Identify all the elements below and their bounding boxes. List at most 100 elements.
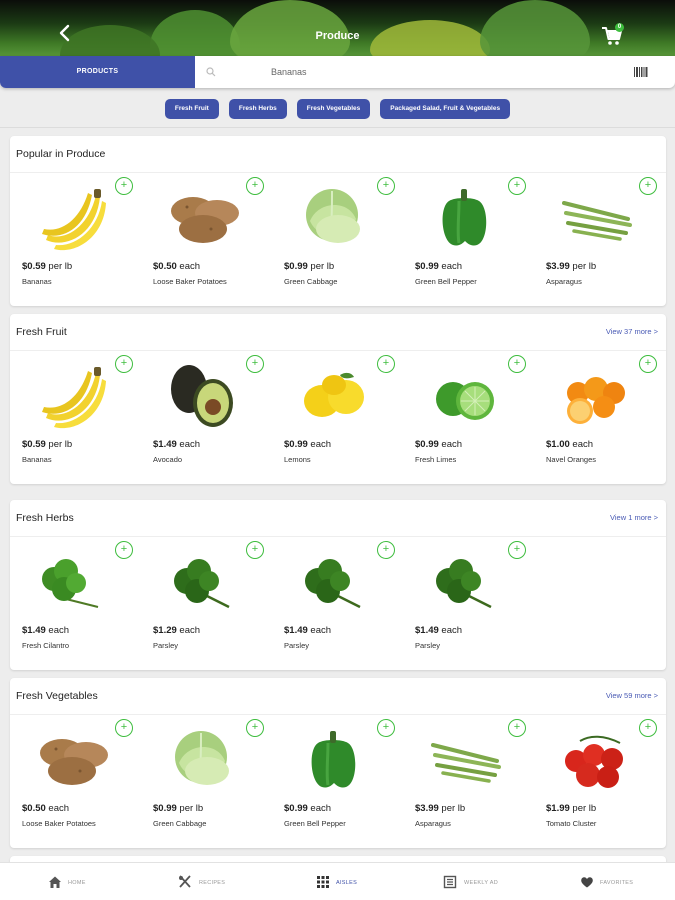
product-price: $0.99 each bbox=[415, 261, 462, 272]
price-value: $0.99 bbox=[284, 439, 308, 450]
price-unit: each bbox=[310, 625, 332, 636]
add-to-cart-button[interactable]: + bbox=[639, 719, 657, 737]
price-value: $0.99 bbox=[153, 803, 177, 814]
add-to-cart-button[interactable]: + bbox=[115, 177, 133, 195]
price-value: $0.99 bbox=[415, 261, 439, 272]
product-price: $3.99 per lb bbox=[546, 261, 596, 272]
product-card[interactable]: + $0.59 per lb Bananas bbox=[10, 173, 141, 303]
product-card[interactable]: + $3.99 per lb Asparagus bbox=[534, 173, 665, 303]
newspaper-icon bbox=[443, 875, 457, 889]
product-card[interactable]: + $0.50 each Loose Baker Potatoes bbox=[141, 173, 272, 303]
price-unit: each bbox=[441, 261, 463, 272]
price-unit: each bbox=[179, 439, 201, 450]
divider bbox=[0, 127, 675, 128]
price-value: $1.49 bbox=[284, 625, 308, 636]
add-to-cart-button[interactable]: + bbox=[508, 355, 526, 373]
add-to-cart-button[interactable]: + bbox=[377, 719, 395, 737]
product-card[interactable]: + $1.49 each Fresh Cilantro bbox=[10, 537, 141, 667]
home-icon bbox=[49, 876, 61, 888]
product-card[interactable]: + $0.99 each Green Bell Pepper bbox=[403, 173, 534, 303]
add-to-cart-button[interactable]: + bbox=[246, 719, 264, 737]
chip-fresh-herbs[interactable]: Fresh Herbs bbox=[228, 99, 287, 119]
barcode-scan-icon[interactable] bbox=[634, 67, 648, 77]
product-section: Fresh Vegetables View 59 more > + $0.50 eac… bbox=[10, 678, 666, 848]
product-card[interactable]: + $0.99 each Lemons bbox=[272, 351, 403, 481]
add-to-cart-button[interactable]: + bbox=[508, 541, 526, 559]
add-to-cart-button[interactable]: + bbox=[115, 541, 133, 559]
product-name: Green Cabbage bbox=[284, 277, 338, 286]
product-card[interactable]: + $0.99 each Fresh Limes bbox=[403, 351, 534, 481]
product-price: $1.99 per lb bbox=[546, 803, 596, 814]
price-unit: each bbox=[179, 261, 201, 272]
product-section: Popular in Produce + $0.59 per lb Bananas + $… bbox=[10, 136, 666, 306]
price-unit: each bbox=[48, 803, 70, 814]
nav-aisles-label: AISLES bbox=[336, 880, 358, 886]
product-price: $1.49 each bbox=[284, 625, 331, 636]
add-to-cart-button[interactable]: + bbox=[639, 355, 657, 373]
product-card[interactable]: + $0.99 each Green Bell Pepper bbox=[272, 715, 403, 845]
view-more-link[interactable]: View 1 more > bbox=[610, 513, 658, 522]
price-unit: each bbox=[48, 625, 70, 636]
product-card[interactable]: + $0.59 per lb Bananas bbox=[10, 351, 141, 481]
add-to-cart-button[interactable]: + bbox=[377, 355, 395, 373]
product-name: Parsley bbox=[415, 641, 441, 650]
chip-packaged-salad[interactable]: Packaged Salad, Fruit & Vegetables bbox=[380, 99, 511, 119]
asparagus-icon bbox=[562, 201, 632, 241]
product-card[interactable]: + $1.99 per lb Tomato Cluster bbox=[534, 715, 665, 845]
price-unit: each bbox=[179, 625, 201, 636]
pepper-icon bbox=[442, 189, 487, 246]
chip-fresh-fruit[interactable]: Fresh Fruit bbox=[164, 99, 219, 119]
add-to-cart-button[interactable]: + bbox=[115, 719, 133, 737]
product-card[interactable]: + $1.49 each Avocado bbox=[141, 351, 272, 481]
search-icon bbox=[206, 67, 216, 77]
product-name: Fresh Limes bbox=[415, 455, 457, 464]
product-card[interactable]: + $1.49 each Parsley bbox=[403, 537, 534, 667]
nav-aisles[interactable]: AISLES bbox=[308, 863, 388, 900]
chip-fresh-vegetables[interactable]: Fresh Vegetables bbox=[296, 99, 371, 119]
product-card[interactable]: + $1.00 each Navel Oranges bbox=[534, 351, 665, 481]
product-name: Loose Baker Potatoes bbox=[22, 819, 96, 828]
add-to-cart-button[interactable]: + bbox=[246, 177, 264, 195]
utensils-icon bbox=[179, 875, 191, 888]
nav-home[interactable]: HOME bbox=[40, 863, 120, 900]
products-tab-button[interactable]: PRODUCTS bbox=[0, 56, 195, 88]
orange-icon bbox=[567, 377, 625, 424]
nav-weekly-ad[interactable]: WEEKLY AD bbox=[435, 863, 525, 900]
nav-recipes[interactable]: RECIPES bbox=[170, 863, 260, 900]
product-name: Bananas bbox=[22, 277, 52, 286]
price-value: $1.29 bbox=[153, 625, 177, 636]
product-card[interactable]: + $3.99 per lb Asparagus bbox=[403, 715, 534, 845]
view-more-link[interactable]: View 59 more > bbox=[606, 691, 658, 700]
product-card[interactable]: + $1.29 each Parsley bbox=[141, 537, 272, 667]
add-to-cart-button[interactable]: + bbox=[377, 177, 395, 195]
product-name: Avocado bbox=[153, 455, 183, 464]
price-value: $0.59 bbox=[22, 439, 46, 450]
product-card[interactable]: + $0.99 per lb Green Cabbage bbox=[272, 173, 403, 303]
product-card[interactable]: + $0.99 per lb Green Cabbage bbox=[141, 715, 272, 845]
add-to-cart-button[interactable]: + bbox=[115, 355, 133, 373]
search-input[interactable] bbox=[226, 62, 616, 82]
product-card[interactable]: + $1.49 each Parsley bbox=[272, 537, 403, 667]
add-to-cart-button[interactable]: + bbox=[246, 541, 264, 559]
price-value: $0.99 bbox=[284, 261, 308, 272]
price-unit: each bbox=[310, 439, 332, 450]
category-chips: Fresh Fruit Fresh Herbs Fresh Vegetables… bbox=[0, 99, 675, 119]
search-bar: PRODUCTS bbox=[0, 56, 675, 88]
product-name: Asparagus bbox=[415, 819, 451, 828]
parsley-icon bbox=[305, 559, 361, 609]
product-name: Green Bell Pepper bbox=[284, 819, 346, 828]
add-to-cart-button[interactable]: + bbox=[639, 177, 657, 195]
product-price: $0.99 per lb bbox=[153, 803, 203, 814]
nav-favorites[interactable]: FAVORITES bbox=[572, 863, 662, 900]
product-card[interactable]: + $0.50 each Loose Baker Potatoes bbox=[10, 715, 141, 845]
add-to-cart-button[interactable]: + bbox=[508, 719, 526, 737]
add-to-cart-button[interactable]: + bbox=[246, 355, 264, 373]
product-price: $1.49 each bbox=[22, 625, 69, 636]
product-name: Green Bell Pepper bbox=[415, 277, 477, 286]
price-value: $0.50 bbox=[153, 261, 177, 272]
add-to-cart-button[interactable]: + bbox=[508, 177, 526, 195]
product-row: + $1.49 each Fresh Cilantro + $1.29 each Pars… bbox=[10, 537, 666, 667]
price-value: $1.00 bbox=[546, 439, 570, 450]
view-more-link[interactable]: View 37 more > bbox=[606, 327, 658, 336]
add-to-cart-button[interactable]: + bbox=[377, 541, 395, 559]
